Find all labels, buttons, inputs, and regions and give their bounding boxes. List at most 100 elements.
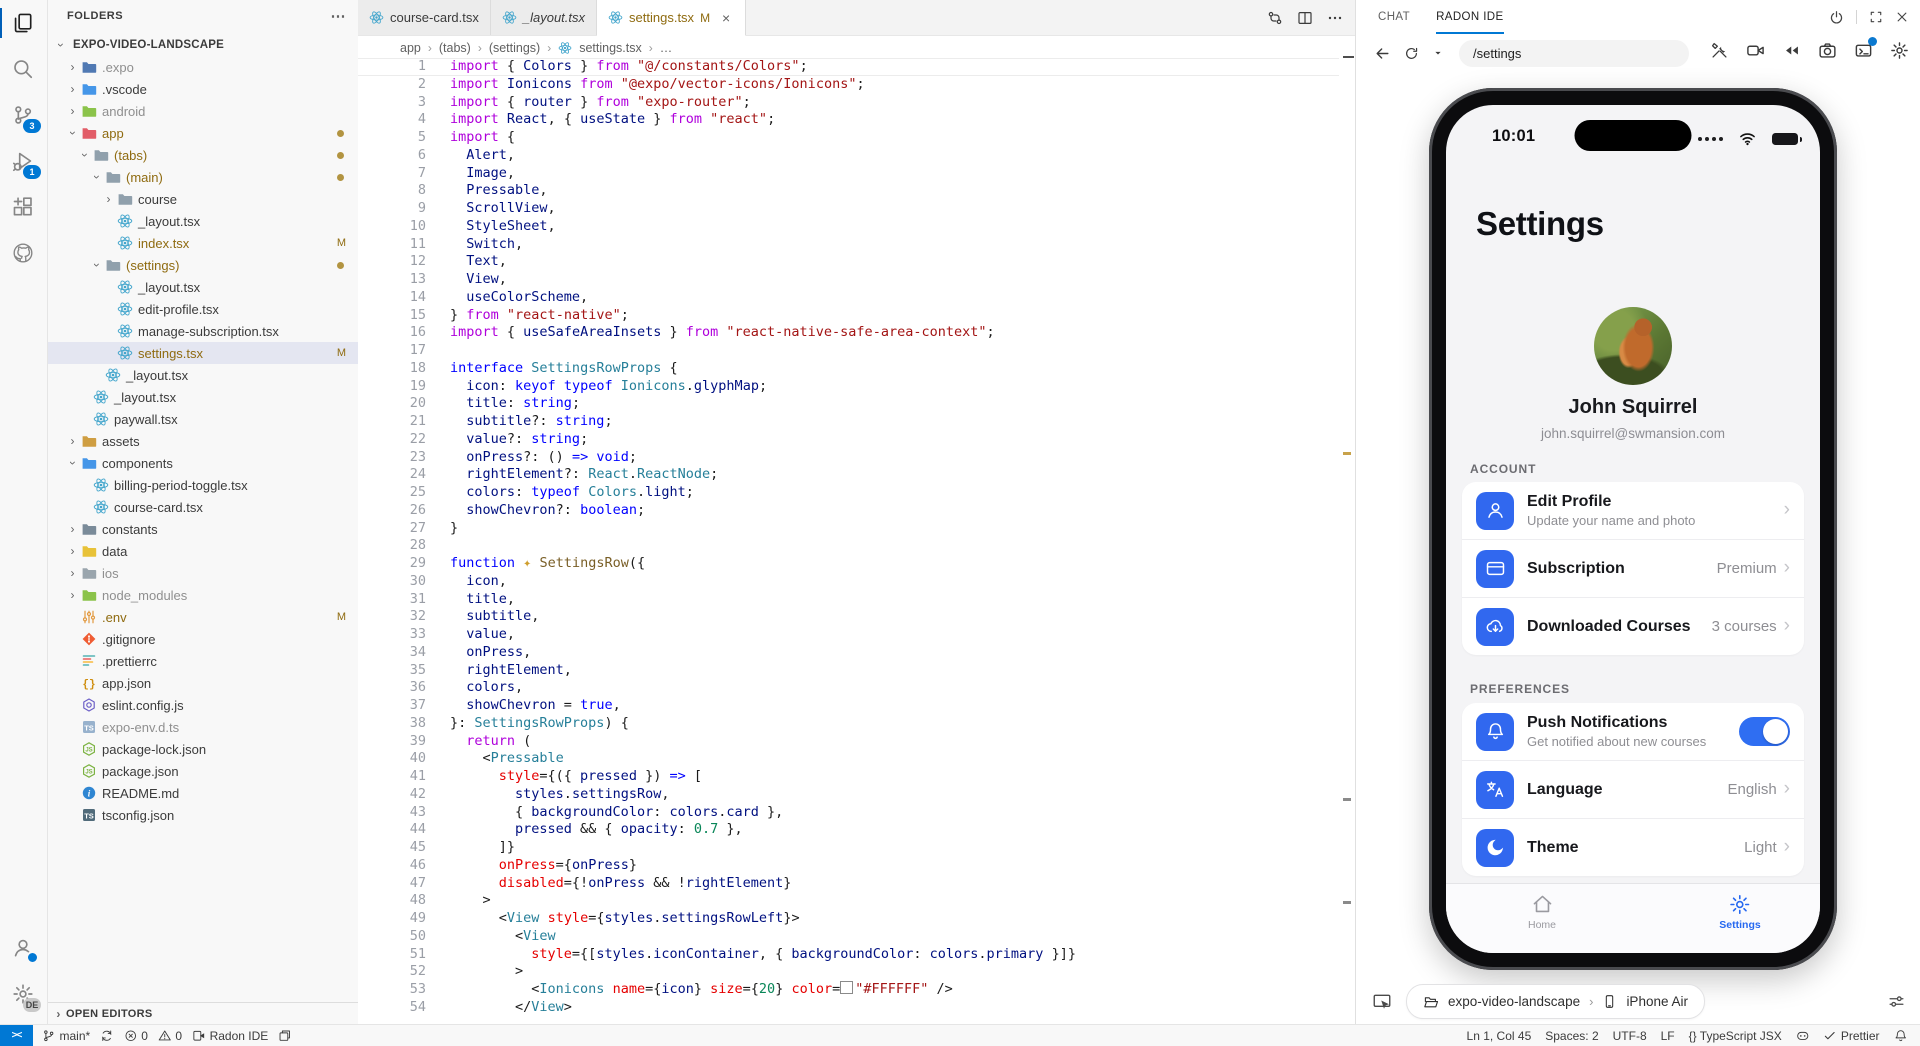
status-language-mode[interactable]: {} TypeScript JSX	[1684, 1025, 1787, 1046]
tab-home[interactable]: Home	[1528, 893, 1556, 931]
reload-icon[interactable]	[1402, 44, 1421, 63]
status-errors[interactable]: 0	[119, 1025, 153, 1046]
inspect-pointer-icon[interactable]	[1372, 992, 1392, 1012]
toggle-push-notifications[interactable]	[1739, 717, 1790, 746]
activity-extensions[interactable]	[0, 184, 46, 230]
tree-item-expo-video-landscape[interactable]: ›EXPO-VIDEO-LANDSCAPE	[47, 34, 358, 56]
tree-item-node-modules[interactable]: ›node_modules	[47, 584, 358, 606]
settings-row-downloaded-courses[interactable]: Downloaded Courses 3 courses›	[1462, 597, 1804, 655]
tab-chat[interactable]: CHAT	[1378, 0, 1410, 34]
tree-item-app-json[interactable]: {}app.json	[47, 672, 358, 694]
tree-item-course[interactable]: ›course	[47, 188, 358, 210]
tree-item-manage-subscription-tsx[interactable]: manage-subscription.tsx	[47, 320, 358, 342]
device-screen[interactable]: 10:01 Settings John Squirrel john.squirr…	[1446, 105, 1820, 953]
tree-item--layout-tsx[interactable]: _layout.tsx	[47, 210, 358, 232]
breadcrumb-item[interactable]: (settings)	[489, 41, 540, 55]
status-indentation[interactable]: Spaces: 2	[1540, 1025, 1603, 1046]
status-copilot[interactable]	[1791, 1025, 1815, 1046]
close-tab-icon[interactable]: ×	[718, 10, 734, 26]
open-changes-icon[interactable]	[1267, 10, 1283, 26]
tree-item--expo[interactable]: ›.expo	[47, 56, 358, 78]
open-editors-section[interactable]: › OPEN EDITORS	[47, 1002, 358, 1025]
tree-item-package-json[interactable]: JSpackage.json	[47, 760, 358, 782]
activity-explorer[interactable]	[0, 0, 46, 46]
settings-row-edit-profile[interactable]: Edit ProfileUpdate your name and photo ›	[1462, 482, 1804, 539]
activity-github[interactable]	[0, 230, 46, 276]
breadcrumb-item[interactable]: app	[400, 41, 421, 55]
activity-run-debug[interactable]: 1	[0, 138, 46, 184]
tree-item--prettierrc[interactable]: .prettierrc	[47, 650, 358, 672]
tab-settings[interactable]: Settings	[1719, 893, 1760, 931]
settings-row-subscription[interactable]: Subscription Premium›	[1462, 539, 1804, 597]
tree-item--main-[interactable]: ›(main)	[47, 166, 358, 188]
breadcrumb-item[interactable]: …	[660, 41, 673, 55]
remote-indicator[interactable]: ><	[0, 1025, 33, 1046]
settings-row-language[interactable]: Language English›	[1462, 760, 1804, 818]
tree-item--vscode[interactable]: ›.vscode	[47, 78, 358, 100]
tree-item--layout-tsx[interactable]: _layout.tsx	[47, 386, 358, 408]
reload-caret-icon[interactable]	[1430, 45, 1446, 61]
status-radon-ide-launcher[interactable]: Radon IDE	[187, 1025, 273, 1046]
status-sync[interactable]	[95, 1025, 119, 1046]
breadcrumb-item[interactable]: (tabs)	[439, 41, 471, 55]
activity-source-control[interactable]: 3	[0, 92, 46, 138]
status-warnings[interactable]: 0	[153, 1025, 187, 1046]
device-settings-icon[interactable]	[1888, 39, 1911, 67]
sliders-icon[interactable]	[1888, 993, 1905, 1010]
status-cursor-position[interactable]: Ln 1, Col 45	[1462, 1025, 1537, 1046]
tree-item--gitignore[interactable]: .gitignore	[47, 628, 358, 650]
tree-item-paywall-tsx[interactable]: paywall.tsx	[47, 408, 358, 430]
tree-item-readme-md[interactable]: iREADME.md	[47, 782, 358, 804]
tree-item-components[interactable]: ›components	[47, 452, 358, 474]
settings-row-push-notifications[interactable]: Push NotificationsGet notified about new…	[1462, 703, 1804, 760]
tree-item-tsconfig-json[interactable]: TStsconfig.json	[47, 804, 358, 826]
tree-item-android[interactable]: ›android	[47, 100, 358, 122]
editor-tab--layout-tsx[interactable]: _layout.tsx	[491, 0, 597, 35]
tree-item-settings-tsx[interactable]: settings.tsxM	[47, 342, 358, 364]
tree-item-course-card-tsx[interactable]: course-card.tsx	[47, 496, 358, 518]
back-icon[interactable]	[1372, 43, 1393, 64]
tree-item--env[interactable]: .envM	[47, 606, 358, 628]
power-icon[interactable]	[1829, 10, 1844, 25]
screenshot-icon[interactable]	[1816, 39, 1839, 67]
tree-item--layout-tsx[interactable]: _layout.tsx	[47, 364, 358, 386]
tree-item-expo-env-d-ts[interactable]: TSexpo-env.d.ts	[47, 716, 358, 738]
maximize-icon[interactable]	[1869, 10, 1883, 24]
status-editor-layout[interactable]	[273, 1025, 297, 1046]
tree-item-assets[interactable]: ›assets	[47, 430, 358, 452]
status-encoding[interactable]: UTF-8	[1608, 1025, 1652, 1046]
dev-tools-icon[interactable]	[1708, 39, 1731, 67]
breadcrumb[interactable]: app›(tabs)›(settings)›settings.tsx›…	[358, 36, 1355, 59]
tree-item-billing-period-toggle-tsx[interactable]: billing-period-toggle.tsx	[47, 474, 358, 496]
breadcrumb-item[interactable]: settings.tsx	[579, 41, 642, 55]
editor-tab-settings-tsx[interactable]: settings.tsx M ×	[597, 0, 746, 36]
status-prettier[interactable]: Prettier	[1818, 1025, 1884, 1046]
status-eol[interactable]: LF	[1656, 1025, 1680, 1046]
settings-row-theme[interactable]: Theme Light›	[1462, 818, 1804, 876]
record-video-icon[interactable]	[1744, 39, 1767, 67]
tab-radon-ide[interactable]: RADON IDE	[1436, 0, 1504, 34]
activity-search[interactable]	[0, 46, 46, 92]
tree-item-data[interactable]: ›data	[47, 540, 358, 562]
split-editor-icon[interactable]	[1297, 10, 1313, 26]
code-editor[interactable]: 1import { Colors } from "@/constants/Col…	[358, 58, 1339, 1025]
close-icon[interactable]	[1895, 10, 1909, 24]
status-git-branch[interactable]: main*	[37, 1025, 95, 1046]
activity-manage-settings[interactable]: DE	[0, 971, 46, 1017]
tree-item-index-tsx[interactable]: index.tsxM	[47, 232, 358, 254]
device-selector[interactable]: expo-video-landscape › iPhone Air	[1406, 984, 1705, 1019]
overview-ruler[interactable]	[1339, 0, 1355, 1025]
avatar[interactable]	[1594, 307, 1672, 385]
debug-console-icon[interactable]	[1852, 39, 1875, 67]
tree-item--settings-[interactable]: ›(settings)	[47, 254, 358, 276]
sidebar-more-icon[interactable]: ⋯	[331, 7, 347, 25]
tree-item-app[interactable]: ›app	[47, 122, 358, 144]
tree-item--layout-tsx[interactable]: _layout.tsx	[47, 276, 358, 298]
activity-accounts[interactable]	[0, 925, 46, 971]
tree-item-constants[interactable]: ›constants	[47, 518, 358, 540]
tree-item-package-lock-json[interactable]: JSpackage-lock.json	[47, 738, 358, 760]
tree-item-edit-profile-tsx[interactable]: edit-profile.tsx	[47, 298, 358, 320]
replay-icon[interactable]	[1780, 39, 1803, 67]
editor-tab-course-card-tsx[interactable]: course-card.tsx	[358, 0, 491, 35]
tree-item--tabs-[interactable]: ›(tabs)	[47, 144, 358, 166]
